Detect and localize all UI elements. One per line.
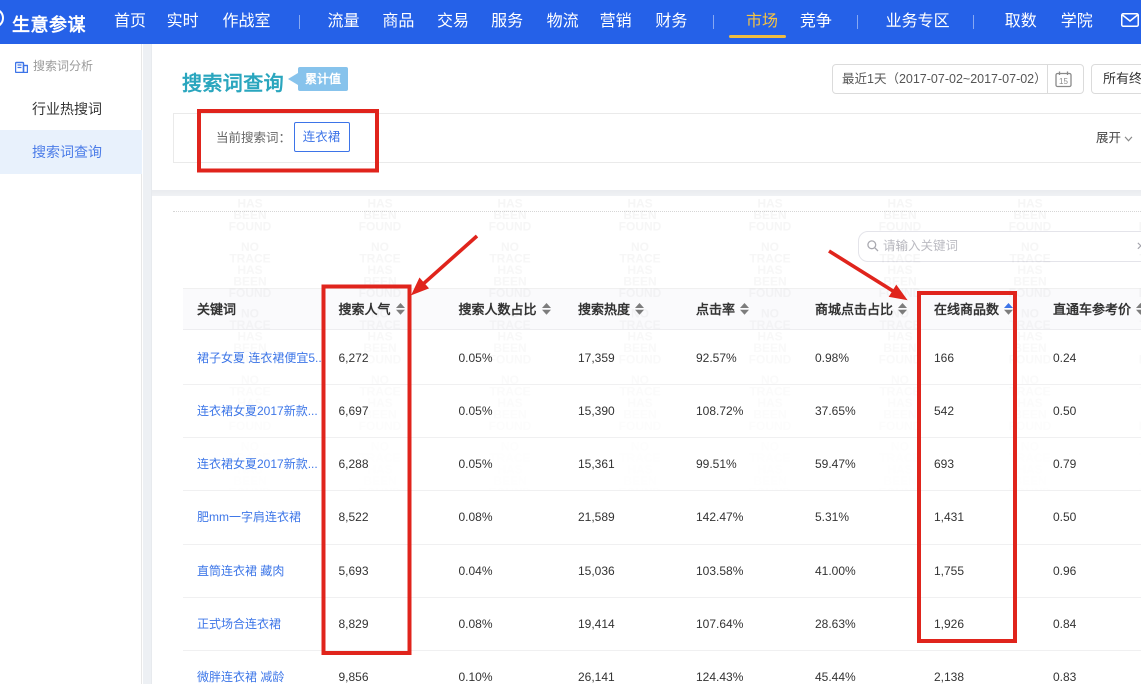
svg-text:15: 15 bbox=[1059, 77, 1068, 86]
